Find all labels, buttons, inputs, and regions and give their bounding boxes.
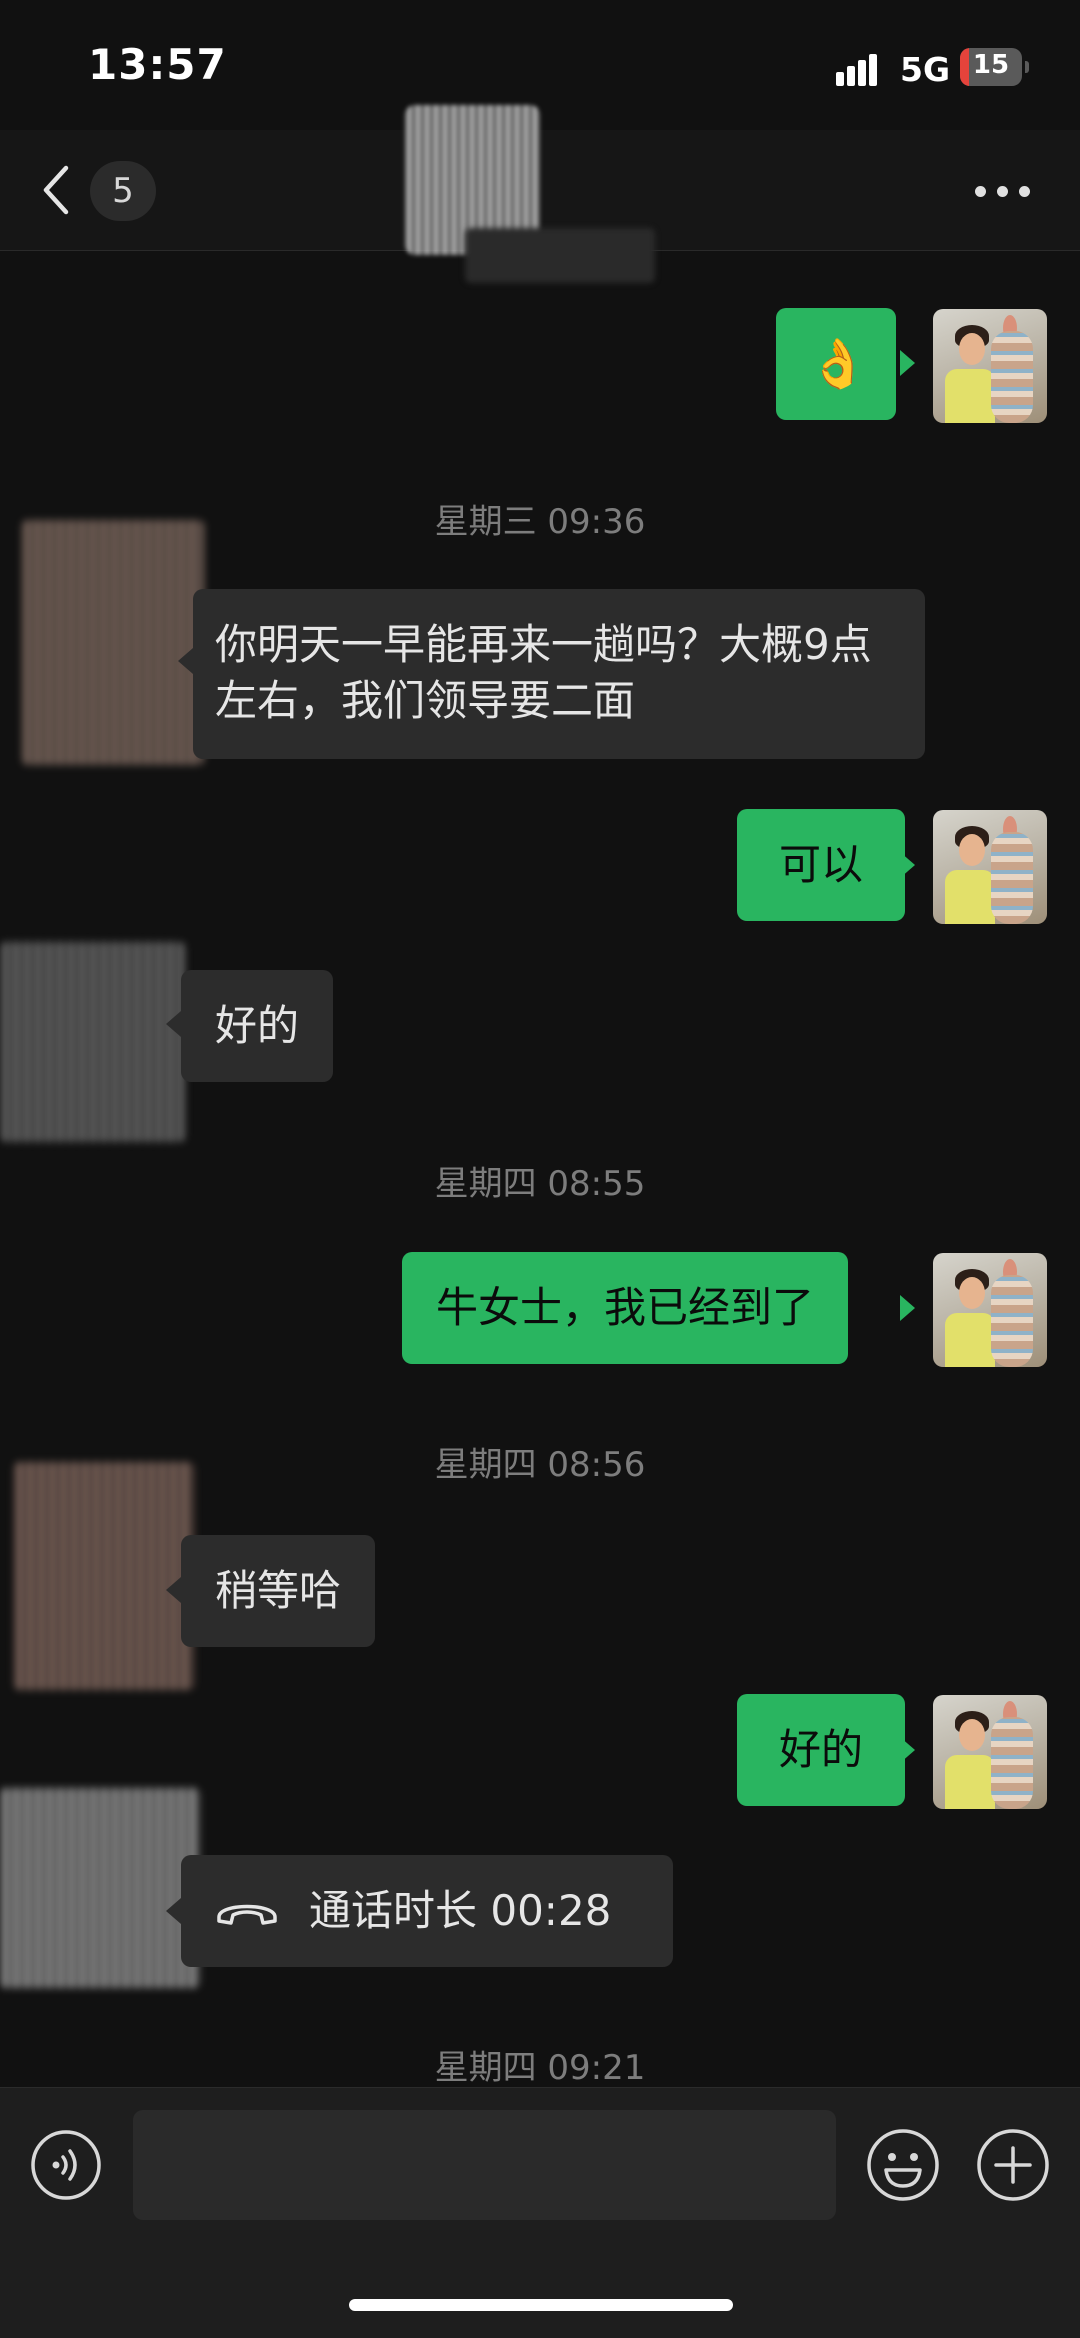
chat-timestamp: 星期四 09:21 — [434, 2048, 646, 2088]
signal-strength-icon — [836, 52, 888, 86]
battery-tip — [1025, 61, 1029, 73]
plus-icon — [977, 2129, 1049, 2201]
network-type: 5G — [900, 50, 951, 89]
more-actions-button[interactable] — [976, 2128, 1050, 2202]
my-avatar[interactable] — [933, 810, 1047, 924]
battery-icon: 15 — [960, 48, 1022, 86]
chat-timestamp: 星期四 08:55 — [434, 1164, 646, 1204]
my-avatar[interactable] — [933, 1695, 1047, 1809]
more-button[interactable] — [975, 178, 1031, 204]
back-button[interactable] — [36, 160, 76, 220]
battery-percent: 15 — [972, 50, 1010, 80]
unread-count-badge[interactable]: 5 — [90, 161, 156, 221]
bubble-tail — [900, 350, 915, 376]
message-bubble-out[interactable]: 👌 — [776, 308, 896, 420]
redaction-smudge — [465, 228, 655, 283]
emoji-button[interactable] — [866, 2128, 940, 2202]
call-record-bubble[interactable]: 通话时长 00:28 — [181, 1855, 673, 1967]
contact-avatar-redacted[interactable] — [0, 942, 185, 1142]
status-time: 13:57 — [88, 40, 227, 89]
message-bubble-in[interactable]: 稍等哈 — [181, 1535, 376, 1647]
bubble-tail — [166, 1011, 181, 1037]
message-bubble-out[interactable]: 可以 — [737, 809, 905, 921]
message-input[interactable] — [133, 2110, 836, 2220]
contact-avatar-redacted[interactable] — [0, 1788, 200, 1988]
message-bubble-out[interactable]: 好的 — [737, 1694, 905, 1806]
more-dots-icon — [975, 186, 986, 197]
my-avatar[interactable] — [933, 309, 1047, 423]
bubble-tail — [900, 852, 915, 878]
message-bubble-out[interactable]: 牛女士，我已经到了 — [402, 1252, 849, 1364]
bubble-tail — [900, 1295, 915, 1321]
contact-avatar-redacted[interactable] — [22, 520, 204, 765]
contact-avatar-redacted[interactable] — [14, 1462, 194, 1690]
call-duration-text: 通话时长 00:28 — [309, 1886, 612, 1935]
bubble-tail — [166, 1577, 181, 1603]
bubble-tail — [178, 648, 193, 674]
voice-button[interactable] — [30, 2129, 102, 2201]
voice-input-icon — [31, 2130, 101, 2200]
bubble-tail — [166, 1898, 181, 1924]
emoji-smile-icon — [867, 2129, 939, 2201]
message-bubble-in[interactable]: 好的 — [181, 970, 334, 1082]
message-bubble-in[interactable]: 你明天一早能再来一趟吗？大概9点左右，我们领导要二面 — [193, 589, 925, 759]
my-avatar[interactable] — [933, 1253, 1047, 1367]
home-indicator[interactable] — [349, 2299, 733, 2311]
chevron-left-icon — [43, 165, 69, 215]
phone-hangup-icon — [217, 1904, 277, 1925]
bubble-tail — [900, 1737, 915, 1763]
